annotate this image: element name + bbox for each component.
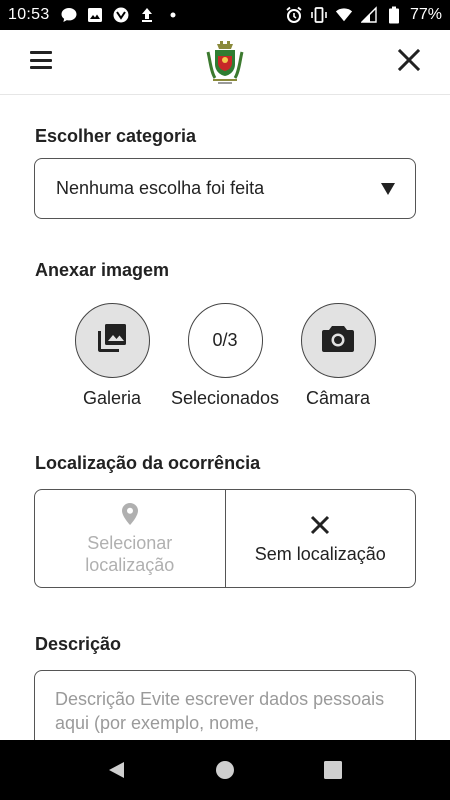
dot-icon [164,6,182,24]
battery-icon [385,6,403,24]
chat-bubble-icon [60,6,78,24]
category-select[interactable]: Nenhuma escolha foi feita [34,158,416,219]
signal-icon [360,6,378,24]
location-pin-icon [121,502,139,526]
location-options: Selecionar localização Sem localização [34,489,416,588]
close-x-icon [310,513,330,537]
app-header [0,30,450,95]
back-icon[interactable] [106,760,126,785]
image-icon [86,6,104,24]
dropdown-caret-icon [381,183,395,195]
vibrate-icon [310,6,328,24]
battery-percentage: 77% [409,6,442,23]
no-location-button[interactable]: Sem localização [226,490,416,587]
photo-library-icon [96,322,128,359]
select-location-line1: Selecionar [87,532,173,553]
system-icons: 77% [285,6,442,24]
camera-circle [300,303,376,378]
wifi-icon [335,6,353,24]
camera-icon [321,323,355,358]
select-location-button[interactable]: Selecionar localização [35,490,226,587]
notification-icons [60,6,182,24]
select-location-line2: localização [85,554,175,575]
gallery-button[interactable]: Galeria [52,303,172,409]
status-time: 10:53 [8,6,50,23]
no-location-label: Sem localização [254,543,386,564]
alarm-icon [285,6,303,24]
attach-image-label: Anexar imagem [35,260,170,280]
gallery-circle [74,303,150,378]
selected-label: Selecionados [170,388,280,408]
counter-circle: 0/3 [187,303,263,378]
description-placeholder: Descrição Evite escrever dados pessoais … [55,689,385,733]
image-count: 0/3 [212,330,238,350]
system-navigation-bar [0,740,450,800]
municipal-logo [204,40,246,86]
camera-button[interactable]: Câmara [278,303,398,409]
status-bar: 10:53 77% [0,0,450,30]
selected-images-counter: 0/3 Selecionados [165,303,285,409]
description-textarea[interactable]: Descrição Evite escrever dados pessoais … [34,670,416,740]
category-label: Escolher categoria [35,126,197,146]
recents-icon[interactable] [324,760,342,785]
vpn-icon [112,6,130,24]
gallery-label: Galeria [82,388,142,408]
close-icon[interactable] [397,48,421,72]
home-icon[interactable] [215,760,235,785]
category-selected-value: Nenhuma escolha foi feita [56,178,265,198]
upload-icon [138,6,156,24]
description-label: Descrição [35,634,122,654]
hamburger-menu-icon[interactable] [30,51,52,69]
report-form: Escolher categoria Nenhuma escolha foi f… [0,95,450,740]
location-label: Localização da ocorrência [35,453,261,473]
camera-label: Câmara [305,388,371,408]
